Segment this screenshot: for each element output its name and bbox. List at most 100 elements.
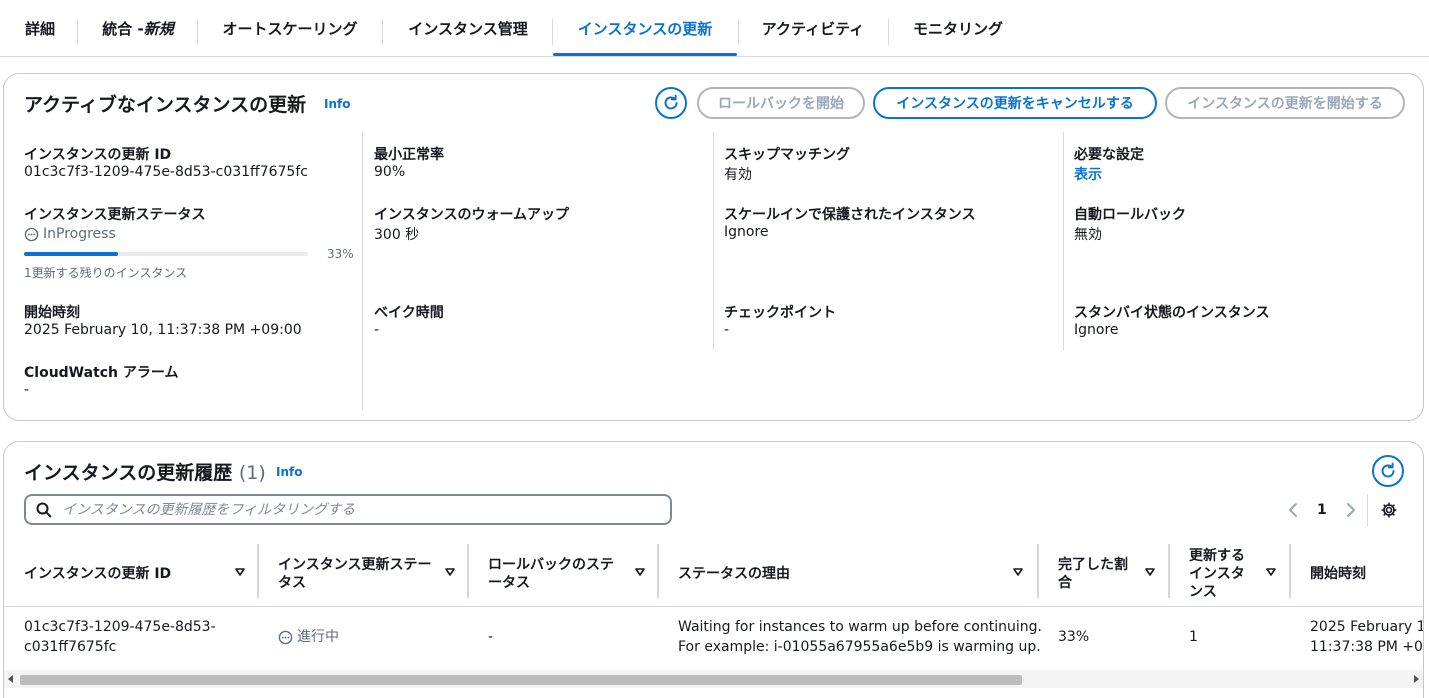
skip-matching-label: スキップマッチング [724,147,850,163]
pagination-divider [1367,494,1368,526]
history-search-input[interactable] [62,498,662,522]
chevron-right-icon[interactable] [1343,502,1357,518]
column-resizer[interactable] [257,544,259,598]
tab-divider [197,19,198,45]
auto-rollback-value: 無効 [1074,227,1102,243]
column-header-rollback-status[interactable]: ロールバックのステ ータス [488,542,658,606]
cell-text: 進行中 [297,629,339,645]
status-indicator: InProgress [24,226,116,242]
tab-integration[interactable]: 統合 - 新規 [97,0,179,57]
checkpoint-value: - [724,322,730,338]
cell-percent-complete: 33% [1058,629,1090,645]
progress-fill [24,252,118,256]
refresh-id-label: インスタンスの更新 ID [24,147,172,163]
search-icon [36,502,52,518]
history-info-link[interactable]: Info [276,465,302,479]
tab-label: アクティビティ [761,20,865,38]
remaining-instances-text: 1更新する残りのインスタンス [24,266,188,280]
column-resizer[interactable] [467,544,469,598]
page-number[interactable]: 1 [1317,500,1327,520]
cell-refresh-id: 01c3c7f3-1209-475e-8d53- c031ff7675fc [24,617,216,657]
column-resizer[interactable] [1037,544,1039,598]
sort-caret-icon[interactable] [1144,566,1156,578]
sort-caret-icon[interactable] [634,566,646,578]
checkpoint-label: チェックポイント [724,305,836,321]
cancel-refresh-button[interactable]: インスタンスの更新をキャンセルする [873,87,1157,119]
min-healthy-label: 最小正常率 [374,147,444,163]
tab-instance-refresh[interactable]: インスタンスの更新 [553,0,737,57]
start-time-value: 2025 February 10, 11:37:38 PM +09:00 [24,322,302,338]
column-resizer[interactable] [657,544,659,598]
bake-time-value: - [374,322,380,338]
sort-caret-icon[interactable] [234,566,246,578]
status-text: InProgress [43,226,116,242]
tab-label-new: 新規 [143,20,174,38]
in-progress-icon [278,630,293,644]
warmup-value: 300 秒 [374,227,420,243]
desired-config-view-link[interactable]: 表示 [1074,164,1102,184]
tab-auto-scaling[interactable]: オートスケーリング [217,0,363,57]
in-progress-icon [24,227,39,241]
history-search [24,494,672,525]
history-count: (1) [238,462,266,484]
cell-text: Waiting for instances to warm up before … [678,619,1042,635]
cloudwatch-label: CloudWatch アラーム [24,365,179,381]
scroll-left-arrow-icon[interactable] [7,675,15,683]
cell-refresh-status: 進行中 [278,627,339,647]
tab-label: モニタリング [912,20,1003,38]
sort-caret-icon[interactable] [1265,566,1277,578]
cell-start-time: 2025 February 10, 11:37:38 PM +09:00 [1310,617,1423,657]
bake-time-label: ベイク時間 [374,305,444,321]
scale-in-protected-label: スケールインで保護されたインスタンス [724,207,976,223]
standby-label: スタンバイ状態のインスタンス [1074,305,1270,321]
start-time-label: 開始時刻 [24,305,80,321]
tab-label: 詳細 [24,20,55,38]
history-refresh-button[interactable] [1372,455,1404,487]
column-header-refresh-id[interactable]: インスタンスの更新 ID [24,542,258,606]
column-header-label: ロールバックのステ ータス [488,557,614,591]
cell-text: 2025 February 10, [1310,619,1423,635]
tab-details[interactable]: 詳細 [23,0,57,57]
refresh-icon [1381,462,1395,478]
column-header-refresh-status[interactable]: インスタンス更新ステー タス [278,542,468,606]
tab-label: 統合 - [102,20,144,38]
scrollbar-thumb[interactable] [20,675,1022,685]
info-link[interactable]: Info [324,97,350,111]
history-title-text: インスタンスの更新履歴 [24,462,233,484]
cell-text: 11:37:38 PM +09:00 [1310,639,1423,655]
start-refresh-button[interactable]: インスタンスの更新を開始する [1165,87,1405,119]
progress-percent: 33% [327,247,354,261]
cell-text: For example: i-01055a67955a6e5b9 is warm… [678,639,1041,655]
min-healthy-value: 90% [374,164,406,180]
column-divider [1063,132,1064,350]
column-header-label: 完了した割 合 [1058,557,1128,591]
active-refresh-panel: アクティブなインスタンスの更新 Info ロールバックを開始 インスタンスの更新… [3,73,1424,421]
tab-divider [738,19,739,45]
tab-instance-management[interactable]: インスタンス管理 [403,0,533,57]
scroll-right-arrow-icon[interactable] [1412,675,1420,683]
auto-rollback-label: 自動ロールバック [1074,207,1186,223]
standby-value: Ignore [1074,322,1119,338]
column-resizer[interactable] [1168,544,1170,598]
tab-bar: 詳細 統合 - 新規 オートスケーリング インスタンス管理 インスタンスの更新 … [0,0,1429,57]
tab-activity[interactable]: アクティビティ [758,0,868,57]
sort-caret-icon[interactable] [444,566,456,578]
start-rollback-button[interactable]: ロールバックを開始 [697,87,865,119]
tab-divider [888,19,889,45]
chevron-left-icon[interactable] [1287,502,1301,518]
column-header-instances-to-update[interactable]: 更新する インスタ ンス [1189,542,1289,606]
gear-icon[interactable] [1381,502,1397,518]
refresh-button[interactable] [655,87,687,119]
panel-title: アクティブなインスタンスの更新 [24,94,307,116]
column-divider [362,132,363,410]
horizontal-scrollbar[interactable] [4,670,1423,688]
column-header-status-reason[interactable]: ステータスの理由 [678,542,1036,606]
sort-caret-icon[interactable] [1012,566,1024,578]
column-header-start-time[interactable]: 開始時刻 [1310,542,1423,606]
cloudwatch-value: - [24,382,30,398]
column-resizer[interactable] [1289,544,1291,598]
tab-monitoring[interactable]: モニタリング [909,0,1007,57]
tab-label: インスタンスの更新 [577,20,713,38]
column-header-percent-complete[interactable]: 完了した割 合 [1058,542,1168,606]
cell-status-reason: Waiting for instances to warm up before … [678,617,1042,657]
